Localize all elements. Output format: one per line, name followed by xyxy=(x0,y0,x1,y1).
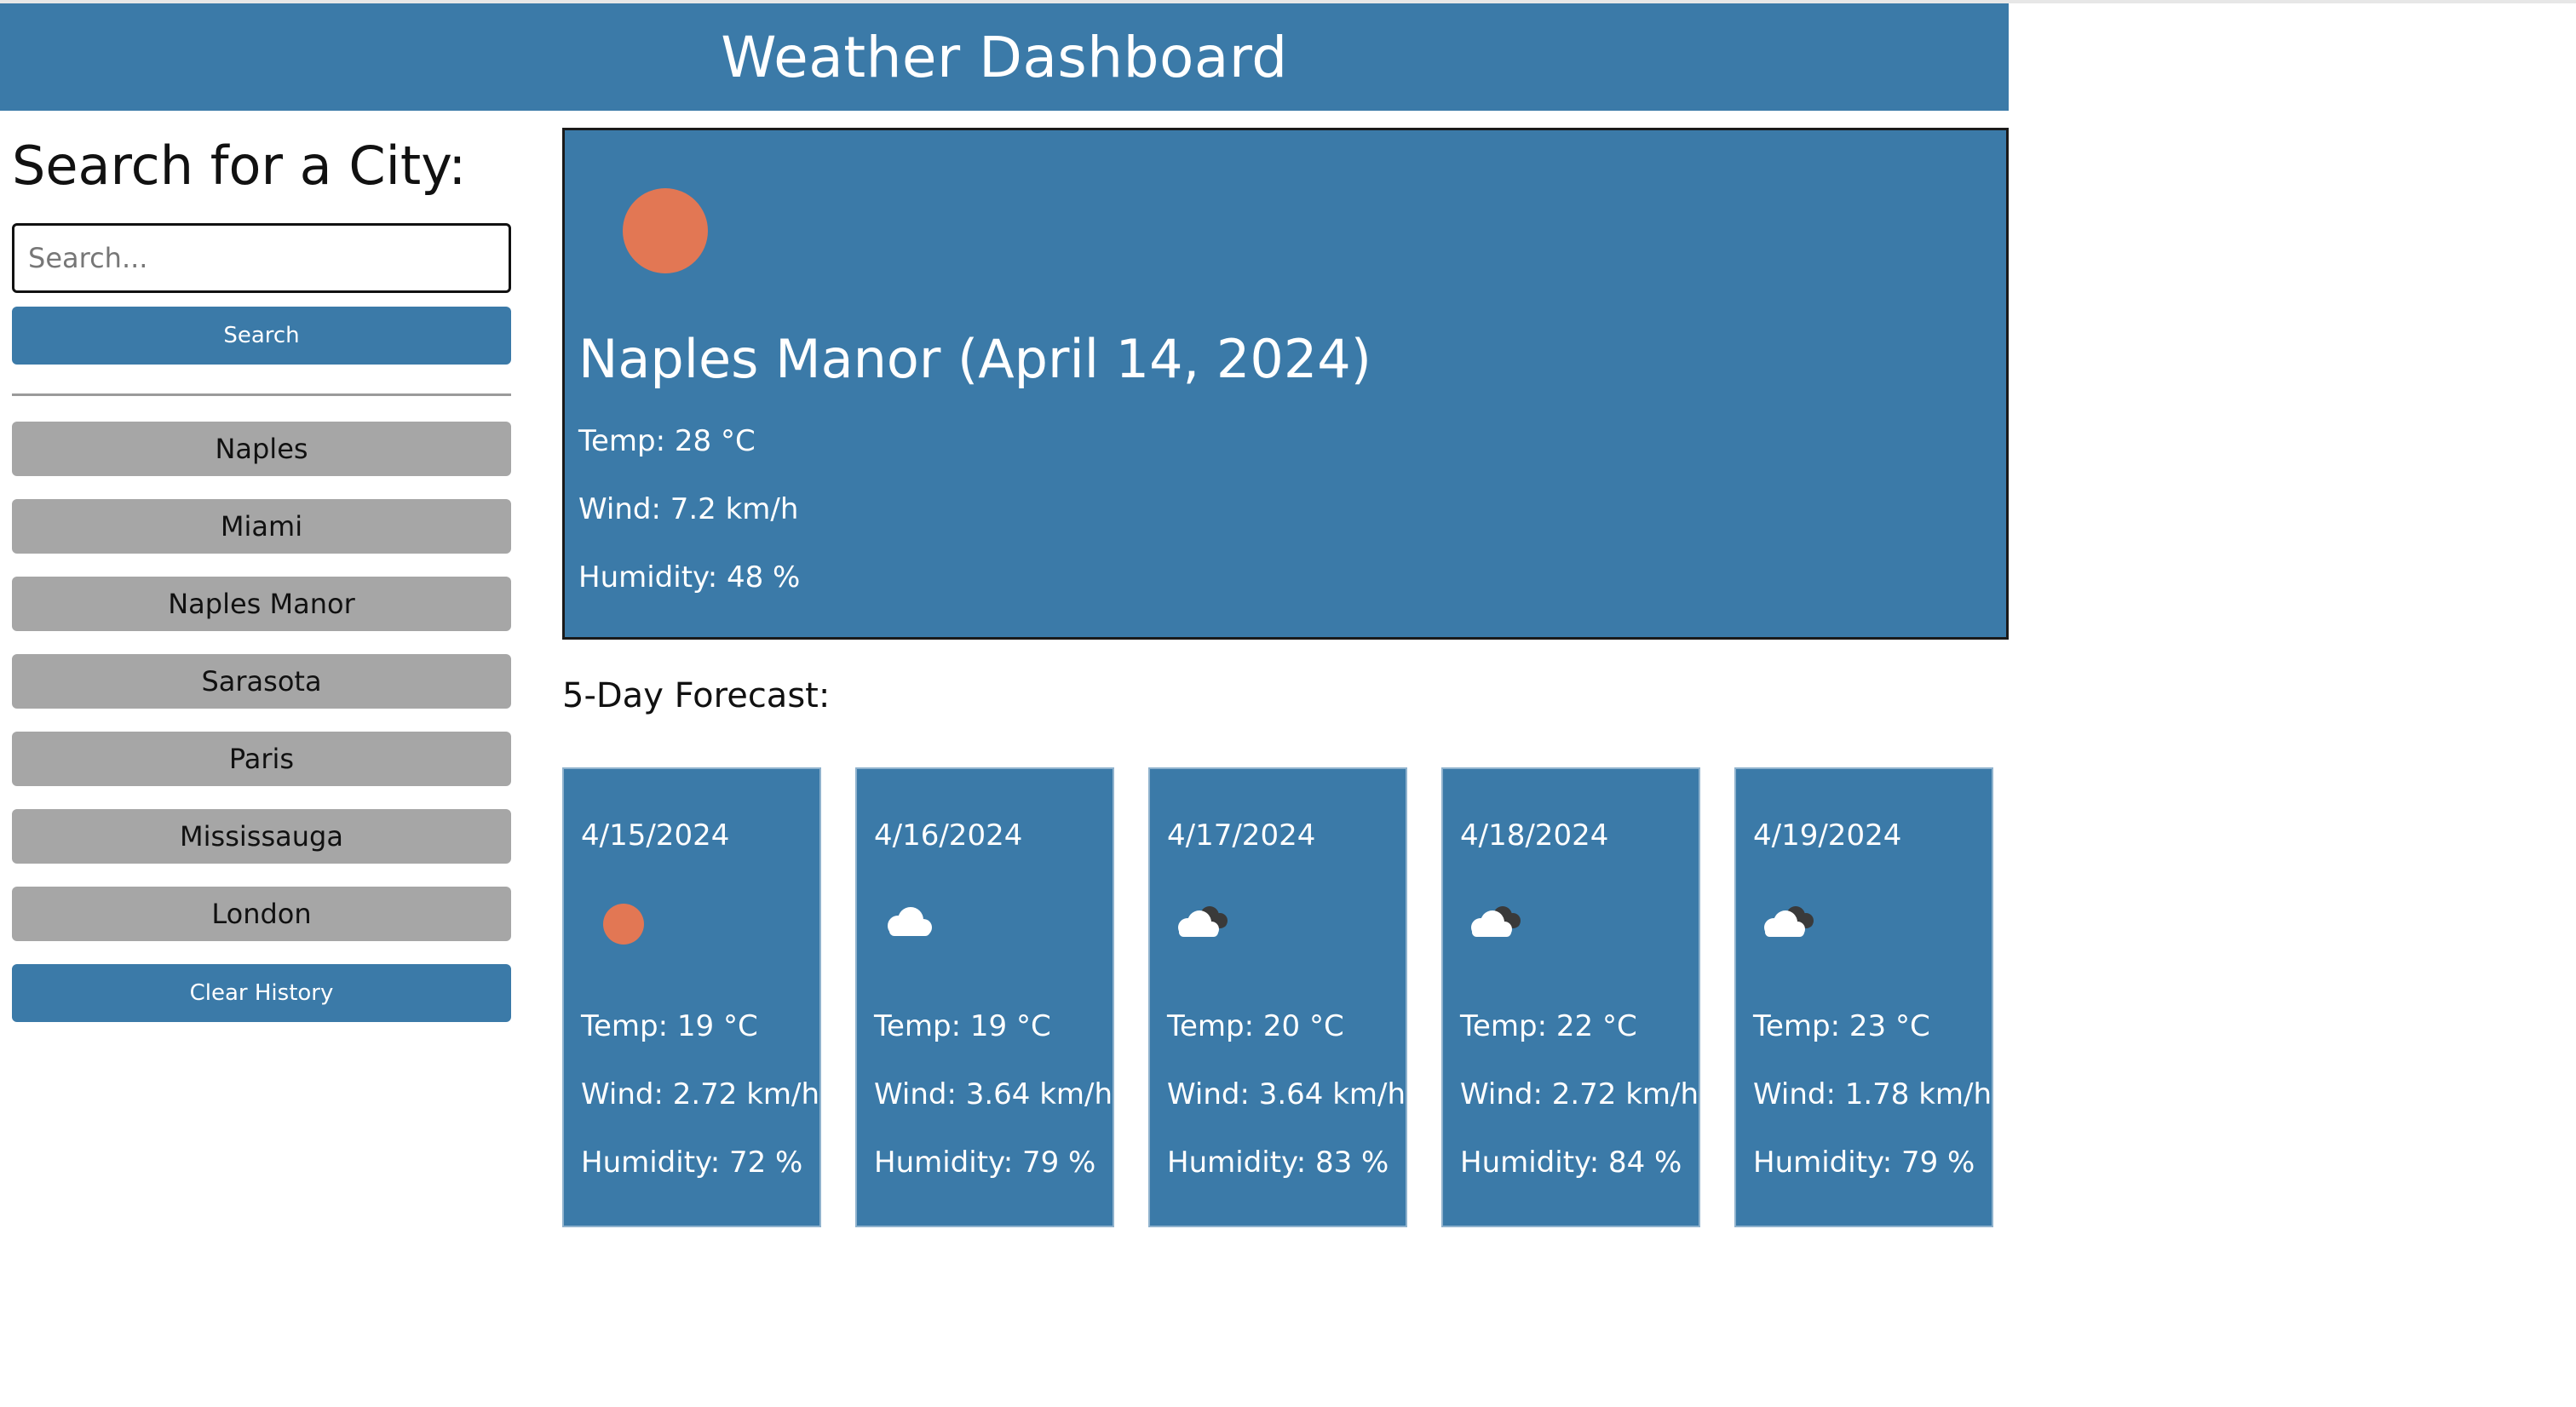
forecast-humidity: Humidity: 84 % xyxy=(1460,1146,1682,1180)
forecast-temp: Temp: 22 °C xyxy=(1460,1009,1637,1043)
forecast-wind: Wind: 2.72 km/h xyxy=(581,1077,820,1111)
forecast-date: 4/17/2024 xyxy=(1167,818,1316,853)
history-city-mississauga[interactable]: Mississauga xyxy=(12,809,511,864)
forecast-humidity: Humidity: 79 % xyxy=(874,1146,1096,1180)
forecast-date: 4/15/2024 xyxy=(581,818,730,853)
current-weather-panel: Naples Manor (April 14, 2024) Temp: 28 °… xyxy=(562,128,2009,640)
forecast-icon xyxy=(1460,895,1528,946)
forecast-humidity: Humidity: 79 % xyxy=(1753,1146,1975,1180)
cloud-icon xyxy=(888,907,932,936)
forecast-heading: 5-Day Forecast: xyxy=(562,676,831,715)
search-heading: Search for a City: xyxy=(12,135,467,197)
forecast-temp: Temp: 19 °C xyxy=(581,1009,758,1043)
current-temp: Temp: 28 °C xyxy=(578,424,756,458)
app-header: Weather Dashboard xyxy=(0,3,2009,111)
forecast-card: 4/15/2024 Temp: 19 °C Wind: 2.72 km/h Hu… xyxy=(562,767,821,1227)
city-search-input[interactable] xyxy=(12,223,511,293)
history-city-london[interactable]: London xyxy=(12,887,511,941)
forecast-wind: Wind: 1.78 km/h xyxy=(1753,1077,1992,1111)
sun-icon xyxy=(603,904,644,945)
history-city-naples[interactable]: Naples xyxy=(12,422,511,476)
clear-history-button[interactable]: Clear History xyxy=(12,964,511,1022)
current-humidity: Humidity: 48 % xyxy=(578,560,801,594)
forecast-row: 4/15/2024 Temp: 19 °C Wind: 2.72 km/h Hu… xyxy=(562,767,2010,1227)
history-city-miami[interactable]: Miami xyxy=(12,499,511,554)
forecast-icon xyxy=(581,895,649,946)
search-history-list: Naples Miami Naples Manor Sarasota Paris… xyxy=(12,422,511,941)
broken-clouds-icon xyxy=(1178,906,1228,937)
history-city-sarasota[interactable]: Sarasota xyxy=(12,654,511,709)
forecast-card: 4/16/2024 Temp: 19 °C Wind: 3.64 km/h Hu… xyxy=(855,767,1114,1227)
sidebar-divider xyxy=(12,393,511,396)
forecast-date: 4/19/2024 xyxy=(1753,818,1902,853)
forecast-humidity: Humidity: 83 % xyxy=(1167,1146,1389,1180)
forecast-temp: Temp: 20 °C xyxy=(1167,1009,1344,1043)
forecast-date: 4/18/2024 xyxy=(1460,818,1609,853)
forecast-icon xyxy=(874,895,942,946)
page-title: Weather Dashboard xyxy=(721,24,1288,90)
history-city-paris[interactable]: Paris xyxy=(12,732,511,786)
forecast-card: 4/19/2024 Temp: 23 °C Wind: 1.78 km/h Hu… xyxy=(1734,767,1993,1227)
forecast-wind: Wind: 2.72 km/h xyxy=(1460,1077,1699,1111)
broken-clouds-icon xyxy=(1471,906,1521,937)
forecast-temp: Temp: 19 °C xyxy=(874,1009,1051,1043)
forecast-card: 4/17/2024 Temp: 20 °C Wind: 3.64 km/h Hu… xyxy=(1148,767,1407,1227)
forecast-wind: Wind: 3.64 km/h xyxy=(1167,1077,1406,1111)
search-sidebar: Search for a City: Search Naples Miami N… xyxy=(12,128,511,1022)
current-wind: Wind: 7.2 km/h xyxy=(578,492,799,526)
forecast-temp: Temp: 23 °C xyxy=(1753,1009,1930,1043)
forecast-icon xyxy=(1753,895,1821,946)
search-button[interactable]: Search xyxy=(12,307,511,365)
forecast-humidity: Humidity: 72 % xyxy=(581,1146,803,1180)
broken-clouds-icon xyxy=(1764,906,1814,937)
history-city-naples-manor[interactable]: Naples Manor xyxy=(12,577,511,631)
forecast-card: 4/18/2024 Temp: 22 °C Wind: 2.72 km/h Hu… xyxy=(1441,767,1700,1227)
current-city-title: Naples Manor (April 14, 2024) xyxy=(578,328,1371,390)
forecast-wind: Wind: 3.64 km/h xyxy=(874,1077,1113,1111)
forecast-date: 4/16/2024 xyxy=(874,818,1023,853)
sun-icon xyxy=(623,188,708,273)
forecast-icon xyxy=(1167,895,1235,946)
app-root: Weather Dashboard Search for a City: Sea… xyxy=(0,0,2576,1407)
